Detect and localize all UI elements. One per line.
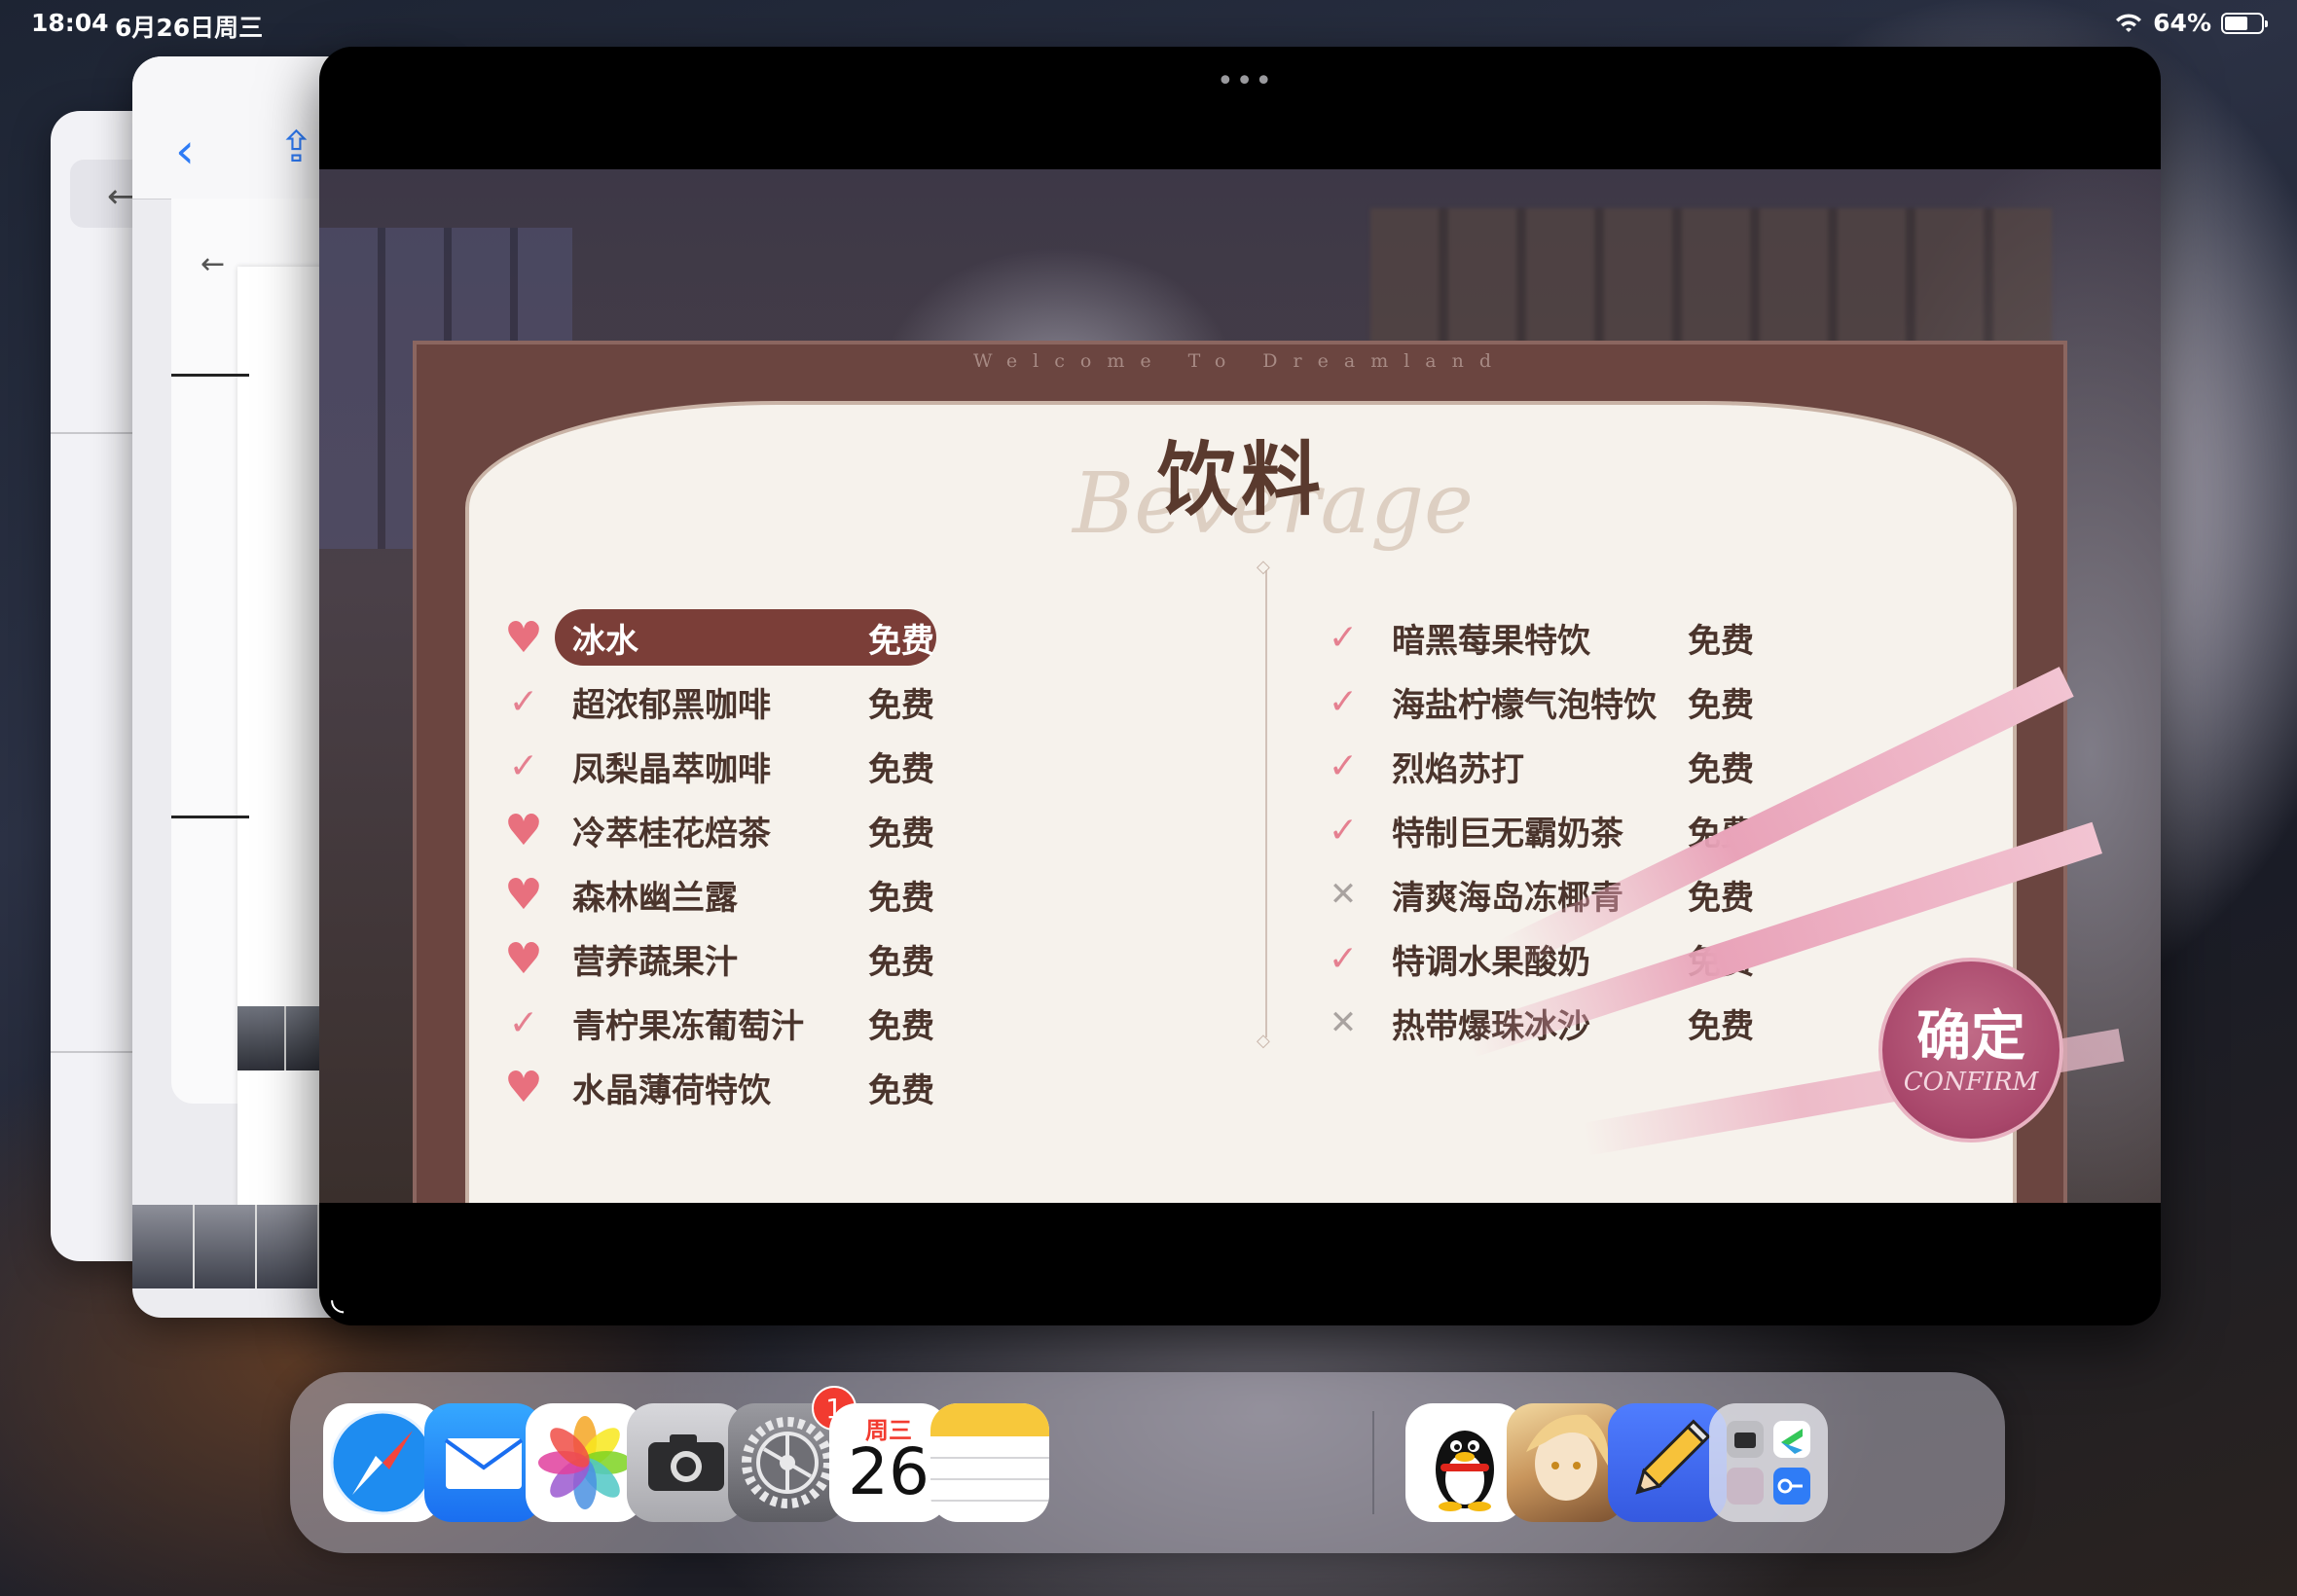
item-price: 免费 xyxy=(868,942,934,982)
welcome-text: Welcome To Dreamland xyxy=(972,350,1508,372)
confirm-label: 确定 xyxy=(1916,1004,2025,1069)
dock-app-library[interactable] xyxy=(1709,1403,1828,1522)
item-name: 冷萃桂花焙茶 xyxy=(572,814,771,853)
menu-item[interactable]: ♥ 冰水 免费 xyxy=(494,609,952,666)
item-price: 免费 xyxy=(868,814,934,853)
item-name: 青柠果冻葡萄汁 xyxy=(572,1006,804,1046)
background-shelf xyxy=(1370,208,2052,354)
column-divider xyxy=(1257,557,1270,1051)
confirm-button[interactable]: 确定 CONFIRM xyxy=(1878,958,2063,1143)
menu-item[interactable]: ✓ 凤梨晶萃咖啡 免费 xyxy=(494,738,952,794)
check-icon: ✓ xyxy=(508,681,539,722)
item-price: 免费 xyxy=(868,1006,934,1046)
cross-icon: ✕ xyxy=(1329,875,1358,914)
item-name: 凤梨晶萃咖啡 xyxy=(572,749,771,789)
battery-fill xyxy=(2225,16,2247,30)
status-bar: 18:04 6月26日周三 64% xyxy=(0,0,2297,47)
heart-icon: ♥ xyxy=(504,805,543,855)
menu-item[interactable]: ♥ 营养蔬果汁 免费 xyxy=(494,930,952,987)
item-name: 超浓郁黑咖啡 xyxy=(572,685,771,725)
menu-item[interactable]: ✓ 青柠果冻葡萄汁 免费 xyxy=(494,995,952,1051)
item-price: 免费 xyxy=(1688,749,1754,789)
dock-app-notes[interactable] xyxy=(930,1403,1049,1522)
resize-handle[interactable]: ◟ xyxy=(331,1279,344,1318)
menu-item[interactable]: ✓ 海盐柠檬气泡特饮 免费 xyxy=(1314,673,1771,730)
check-icon: ✓ xyxy=(1328,681,1359,722)
item-name: 森林幽兰露 xyxy=(572,878,738,918)
heart-icon: ♥ xyxy=(504,933,543,984)
item-price: 免费 xyxy=(868,685,934,725)
item-price: 免费 xyxy=(1688,685,1754,725)
heart-icon: ♥ xyxy=(504,1062,543,1112)
menu-item[interactable]: ♥ 森林幽兰露 免费 xyxy=(494,866,952,923)
notes-icon xyxy=(930,1403,1049,1502)
menu-title: 饮料 xyxy=(1156,433,1325,526)
battery-percent: 64% xyxy=(2153,9,2211,37)
item-price: 免费 xyxy=(1688,1006,1754,1046)
check-icon: ✓ xyxy=(1328,745,1359,786)
menu-item[interactable]: ♥ 冷萃桂花焙茶 免费 xyxy=(494,802,952,858)
status-right: 64% xyxy=(2114,9,2268,37)
game-scene: Welcome To Dreamland Beverage 饮料 ♥冰水免费✓超… xyxy=(319,169,2161,1203)
item-name: 营养蔬果汁 xyxy=(572,942,738,982)
item-name: 水晶薄荷特饮 xyxy=(572,1070,771,1110)
check-icon: ✓ xyxy=(508,1002,539,1043)
item-name: 暗黑莓果特饮 xyxy=(1392,621,1590,661)
menu-item[interactable]: ♥ 水晶薄荷特饮 免费 xyxy=(494,1059,952,1115)
item-name: 特制巨无霸奶茶 xyxy=(1392,814,1623,853)
game-window[interactable]: ••• Welcome To Dreamland Beverage 饮料 ♥冰水… xyxy=(319,47,2161,1325)
item-name: 冰水 xyxy=(572,621,638,661)
item-price: 免费 xyxy=(1688,621,1754,661)
dock: 1 周三 26 xyxy=(290,1372,2005,1553)
arrow-left-icon: ← xyxy=(107,177,135,216)
divider xyxy=(171,374,249,377)
item-name: 海盐柠檬气泡特饮 xyxy=(1392,685,1657,725)
divider xyxy=(171,816,249,818)
status-time: 18:04 xyxy=(31,9,109,37)
dock-separator xyxy=(1372,1411,1374,1514)
battery-icon xyxy=(2221,12,2268,34)
status-date: 6月26日周三 xyxy=(115,14,264,42)
folder-icon xyxy=(1727,1421,1810,1505)
item-name: 烈焰苏打 xyxy=(1392,749,1524,789)
item-price: 免费 xyxy=(868,621,934,661)
window-more-button[interactable]: ••• xyxy=(1217,64,1274,98)
item-price: 免费 xyxy=(868,1070,934,1110)
menu-item[interactable]: ✓ 超浓郁黑咖啡 免费 xyxy=(494,673,952,730)
beverage-menu: Welcome To Dreamland Beverage 饮料 ♥冰水免费✓超… xyxy=(413,341,2125,1203)
chevron-left-icon[interactable]: ‹ xyxy=(175,123,195,179)
arrow-left-icon[interactable]: ← xyxy=(201,247,225,281)
check-icon: ✓ xyxy=(1328,810,1359,851)
heart-icon: ♥ xyxy=(504,869,543,920)
item-price: 免费 xyxy=(868,749,934,789)
confirm-label-en: CONFIRM xyxy=(1903,1068,2039,1097)
check-icon: ✓ xyxy=(1328,617,1359,658)
item-price: 免费 xyxy=(868,878,934,918)
check-icon: ✓ xyxy=(508,745,539,786)
menu-item[interactable]: ✓ 烈焰苏打 免费 xyxy=(1314,738,1771,794)
menu-item[interactable]: ✓ 暗黑莓果特饮 免费 xyxy=(1314,609,1771,666)
wifi-icon xyxy=(2116,13,2142,32)
check-icon: ✓ xyxy=(1328,938,1359,979)
cross-icon: ✕ xyxy=(1329,1003,1358,1042)
heart-icon: ♥ xyxy=(504,612,543,663)
share-icon[interactable]: ⇪ xyxy=(278,123,314,172)
